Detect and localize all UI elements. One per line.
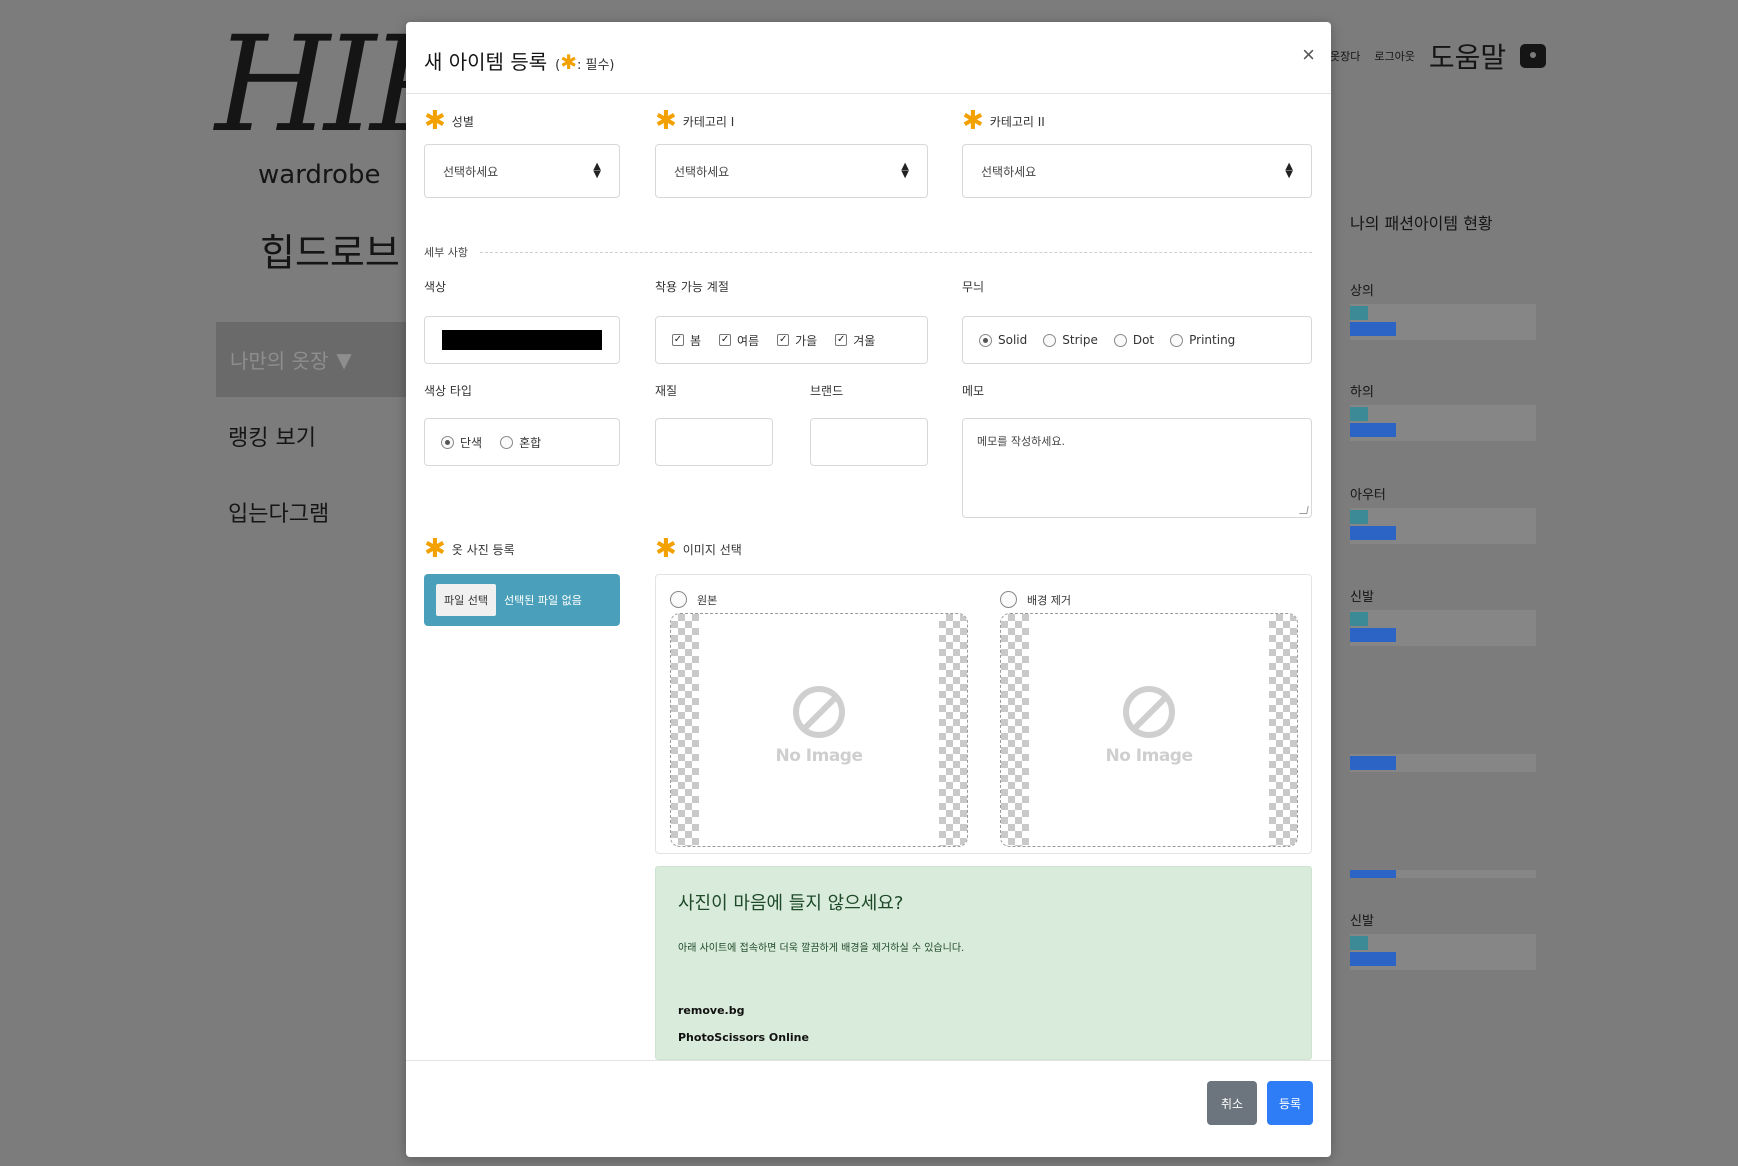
select-arrows-icon: ▲ ▼ [593, 161, 601, 180]
gender-select[interactable]: 선택하세요 ▲ ▼ [424, 144, 620, 198]
link-photoscissors[interactable]: PhotoScissors Online [678, 1031, 1289, 1044]
required-star-icon: ✱ [655, 106, 677, 136]
color-type-single[interactable]: 단색 [441, 434, 482, 451]
image-preview-bg-removed[interactable]: No Image [1000, 613, 1298, 847]
material-input[interactable] [655, 418, 773, 466]
required-star-icon: ✱ [962, 106, 984, 136]
required-star-icon: ✱ [424, 534, 446, 564]
memo-placeholder: 메모를 작성하세요. [977, 435, 1065, 448]
memo-label: 메모 [962, 384, 985, 398]
color-type-mixed[interactable]: 혼합 [500, 434, 541, 451]
color-picker[interactable] [424, 316, 620, 364]
memo-textarea[interactable]: 메모를 작성하세요. [962, 418, 1312, 518]
bg-removal-tip: 사진이 마음에 들지 않으세요? 아래 사이트에 접속하면 더욱 깔끔하게 배경… [655, 866, 1312, 1060]
pattern-option-printing[interactable]: Printing [1170, 333, 1235, 347]
required-star-icon: ✱ [560, 50, 577, 74]
new-item-modal: 새 아이템 등록 (✱: 필수) × ✱ 성별 선택하세요 ▲ ▼ ✱ 카테고리 … [406, 22, 1331, 1157]
modal-footer: 취소 등록 [406, 1060, 1331, 1157]
image-option-bg-removed[interactable]: 배경 제거 [1000, 591, 1071, 608]
required-star-icon: ✱ [655, 534, 677, 564]
no-image-icon [1123, 686, 1175, 738]
category2-label: ✱ 카테고리 II [962, 106, 1045, 136]
pattern-option-solid[interactable]: Solid [979, 333, 1027, 347]
pattern-radios: Solid Stripe Dot Printing [962, 316, 1312, 364]
image-select-panel: 원본 No Image 배경 제거 No Image [655, 574, 1312, 854]
color-swatch [442, 330, 602, 350]
close-button[interactable]: × [1302, 42, 1315, 68]
no-image-placeholder: No Image [671, 686, 967, 766]
season-option-summer[interactable]: ✓ 여름 [719, 332, 759, 349]
season-option-spring[interactable]: ✓ 봄 [672, 332, 701, 349]
select-arrows-icon: ▲ ▼ [901, 161, 909, 180]
modal-title-text: 새 아이템 등록 [424, 50, 548, 74]
image-preview-original[interactable]: No Image [670, 613, 968, 847]
modal-body: ✱ 성별 선택하세요 ▲ ▼ ✱ 카테고리 I 선택하세요 ▲ ▼ ✱ 카테고리 I… [406, 94, 1331, 1060]
category2-select[interactable]: 선택하세요 ▲ ▼ [962, 144, 1312, 198]
file-status: 선택된 파일 없음 [503, 594, 582, 607]
material-label: 재질 [655, 384, 678, 398]
select-arrows-icon: ▲ ▼ [1285, 161, 1293, 180]
detail-section-divider: 세부 사항 [424, 244, 1312, 260]
brand-input[interactable] [810, 418, 928, 466]
category1-label: ✱ 카테고리 I [655, 106, 735, 136]
pattern-label: 무늬 [962, 280, 985, 294]
pattern-option-stripe[interactable]: Stripe [1043, 333, 1098, 347]
tip-heading: 사진이 마음에 들지 않으세요? [678, 893, 904, 914]
no-image-icon [793, 686, 845, 738]
tip-body: 아래 사이트에 접속하면 더욱 깔끔하게 배경을 제거하실 수 있습니다. [678, 943, 965, 954]
file-upload-input[interactable]: 파일 선택 선택된 파일 없음 [424, 574, 620, 626]
checkbox-checked-icon: ✓ [835, 334, 848, 346]
checkbox-checked-icon: ✓ [777, 334, 790, 346]
color-type-radios: 단색 혼합 [424, 418, 620, 466]
file-pick-button[interactable]: 파일 선택 [436, 584, 496, 616]
required-hint: (✱: 필수) [555, 50, 615, 74]
photo-label: ✱ 옷 사진 등록 [424, 534, 515, 564]
color-type-label: 색상 타입 [424, 384, 472, 398]
modal-header: 새 아이템 등록 (✱: 필수) × [406, 22, 1331, 94]
brand-label: 브랜드 [810, 384, 844, 398]
season-option-winter[interactable]: ✓ 겨울 [835, 332, 875, 349]
color-label: 색상 [424, 280, 447, 294]
image-select-label: ✱ 이미지 선택 [655, 534, 742, 564]
season-checkboxes: ✓ 봄 ✓ 여름 ✓ 가을 ✓ 겨울 [655, 316, 928, 364]
save-button[interactable]: 등록 [1267, 1081, 1313, 1125]
required-star-icon: ✱ [424, 106, 446, 136]
link-remove-bg[interactable]: remove.bg [678, 1004, 1289, 1017]
image-option-original[interactable]: 원본 [670, 591, 717, 608]
gender-label: ✱ 성별 [424, 106, 474, 136]
season-option-fall[interactable]: ✓ 가을 [777, 332, 817, 349]
detail-section-title: 세부 사항 [424, 246, 468, 259]
category1-select[interactable]: 선택하세요 ▲ ▼ [655, 144, 928, 198]
resize-grip-icon[interactable] [1299, 506, 1309, 514]
checkbox-checked-icon: ✓ [719, 334, 732, 346]
cancel-button[interactable]: 취소 [1207, 1081, 1257, 1125]
checkbox-checked-icon: ✓ [672, 334, 684, 346]
season-label: 착용 가능 계절 [655, 280, 729, 294]
no-image-placeholder: No Image [1001, 686, 1297, 766]
modal-title: 새 아이템 등록 (✱: 필수) [424, 46, 614, 75]
pattern-option-dot[interactable]: Dot [1113, 333, 1154, 347]
